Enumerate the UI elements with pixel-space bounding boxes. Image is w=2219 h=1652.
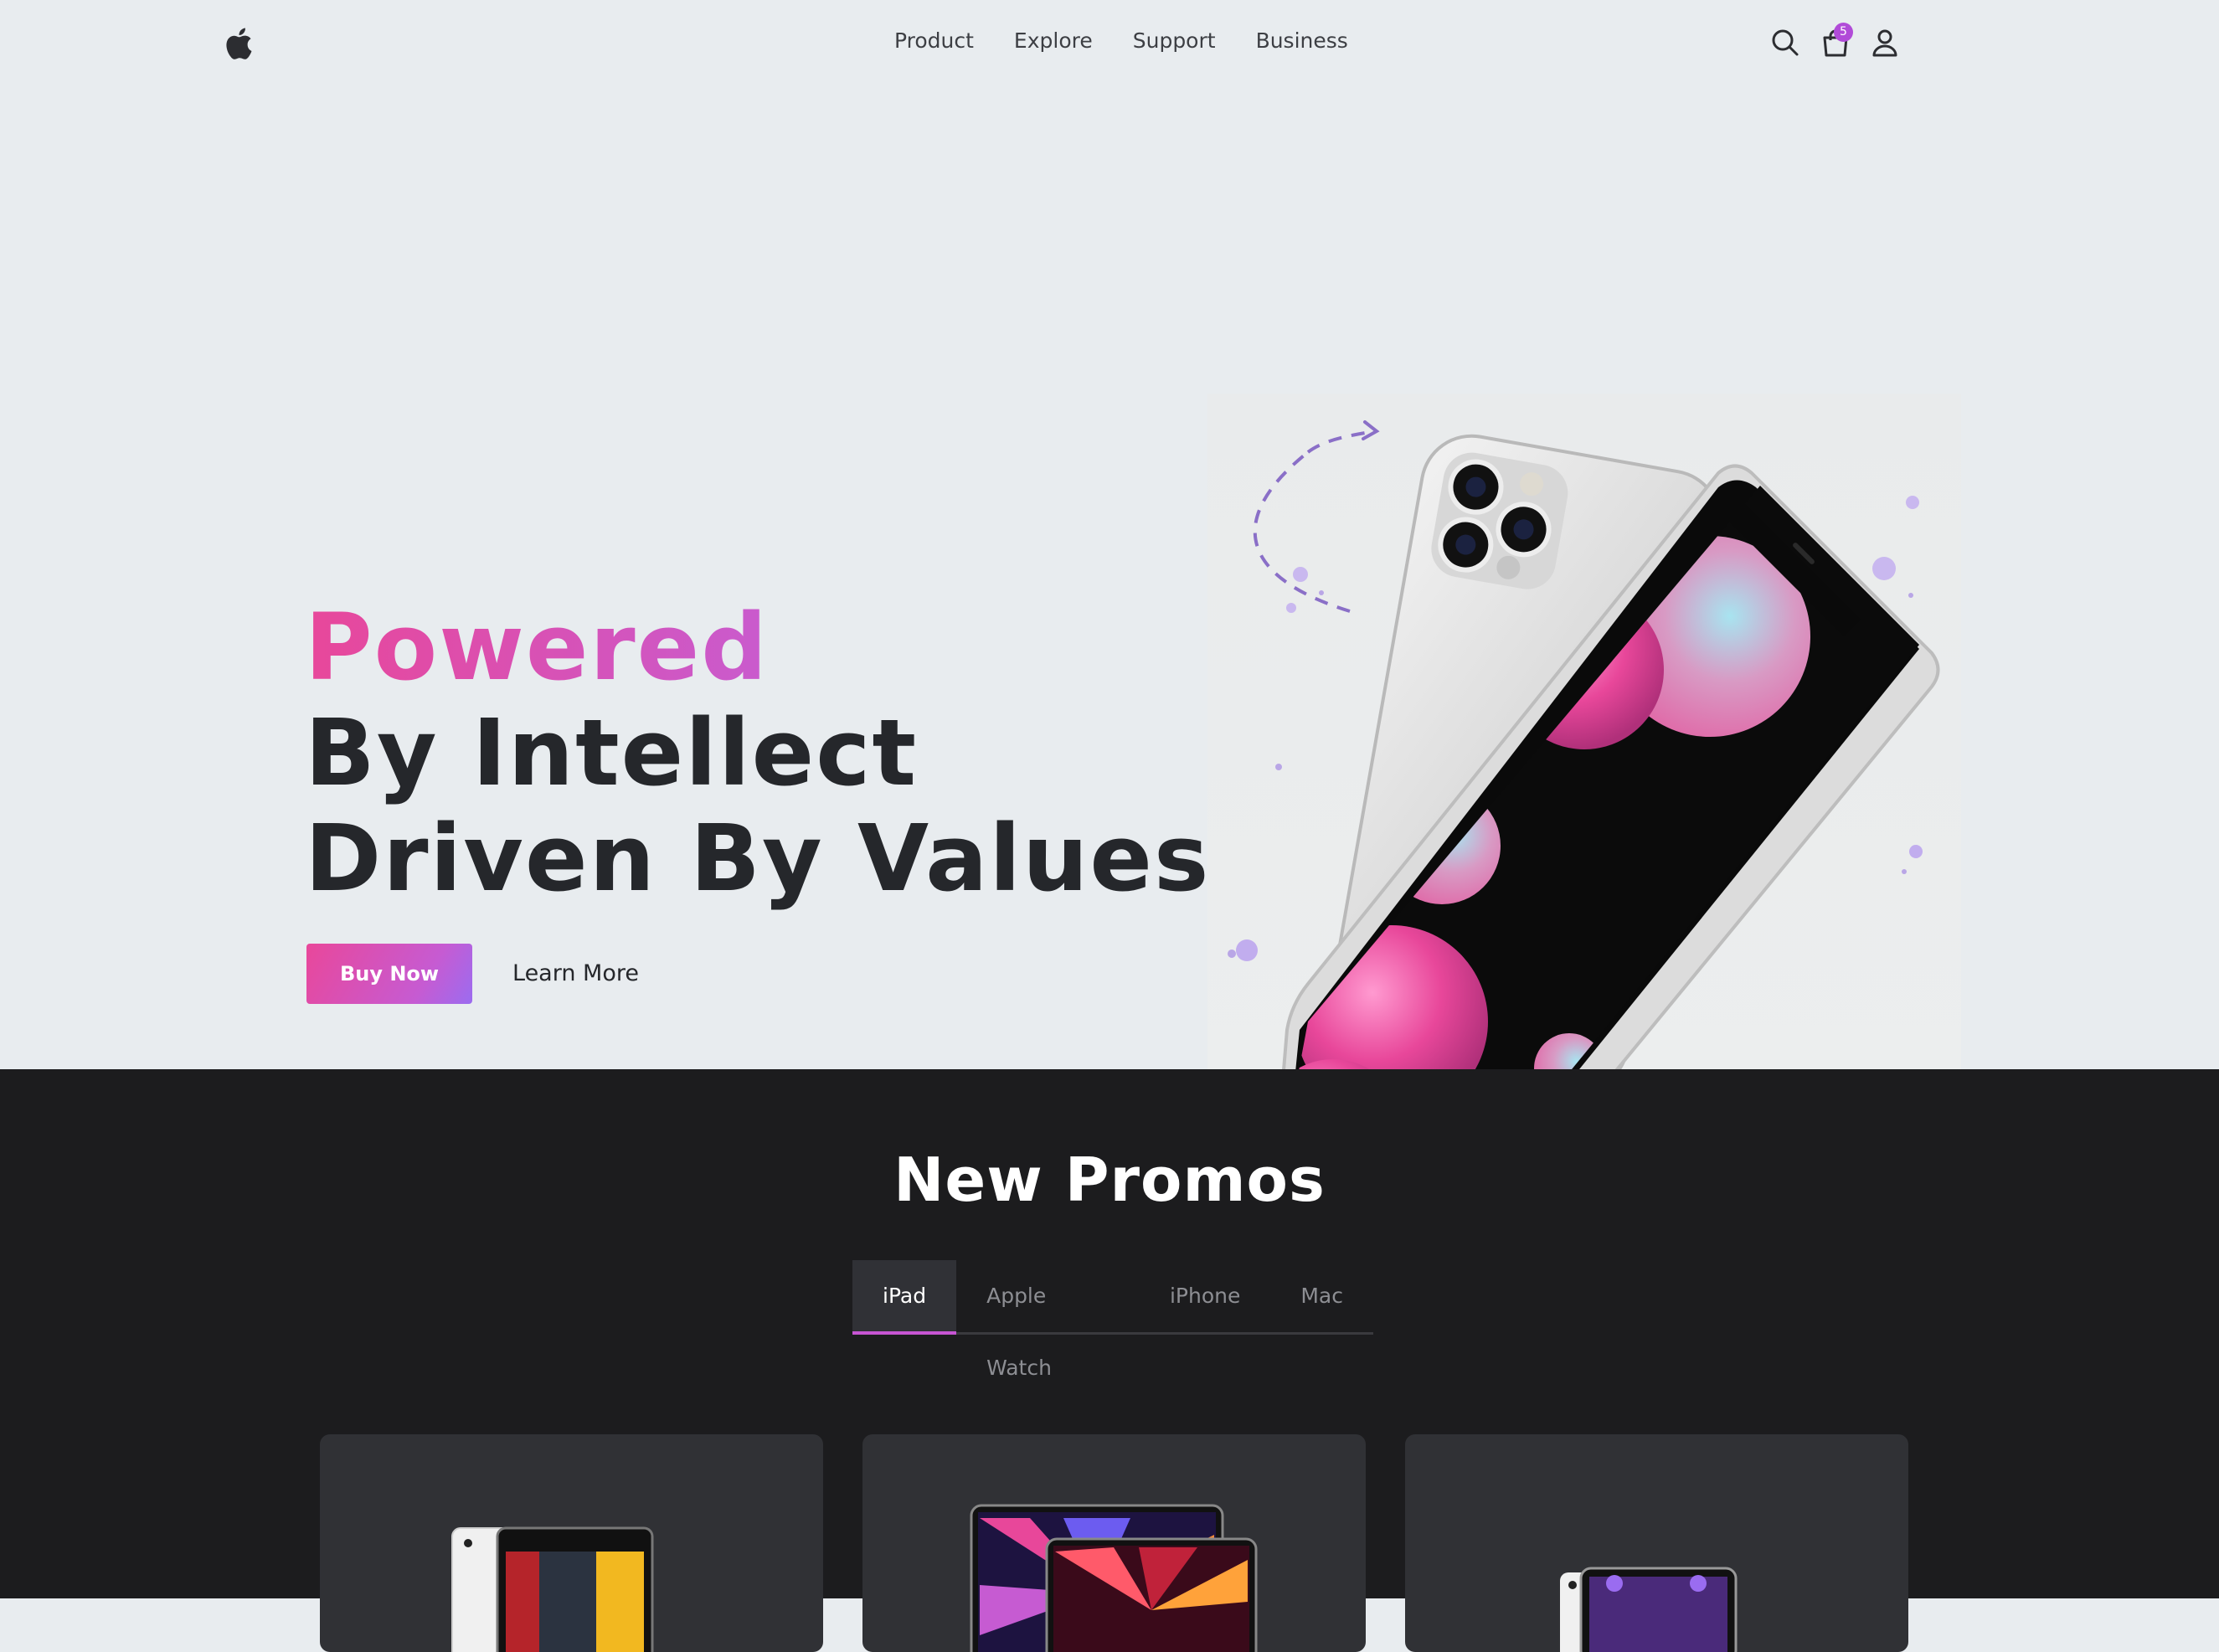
apple-logo-icon[interactable] bbox=[223, 27, 253, 60]
ipad-pro-product-image bbox=[970, 1504, 1258, 1652]
hero-headline-line2: By Intellect bbox=[305, 699, 919, 806]
ipad-mini-product-image bbox=[1560, 1567, 1738, 1652]
user-icon[interactable] bbox=[1869, 27, 1901, 59]
hero-section: Powered By Intellect Driven By Values Bu… bbox=[0, 87, 2219, 1156]
nav-support[interactable]: Support bbox=[1133, 28, 1216, 53]
promo-tabs: iPad Apple Watch iPhone Mac bbox=[852, 1260, 1373, 1380]
search-icon[interactable] bbox=[1769, 27, 1801, 59]
tab-iphone[interactable]: iPhone bbox=[1140, 1260, 1270, 1332]
nav-product[interactable]: Product bbox=[894, 28, 974, 53]
ipad-product-image bbox=[451, 1526, 654, 1652]
hero-headline-line1: Powered bbox=[305, 594, 770, 701]
nav-explore[interactable]: Explore bbox=[1014, 28, 1093, 53]
tab-apple-watch[interactable]: Apple Watch bbox=[956, 1260, 1140, 1380]
main-nav: Product Explore Support Business bbox=[894, 28, 1348, 53]
learn-more-link[interactable]: Learn More bbox=[512, 944, 639, 1004]
promos-section: New Promos iPad Apple Watch iPhone Mac bbox=[0, 1069, 2219, 1652]
promo-card[interactable] bbox=[1405, 1434, 1908, 1652]
tab-ipad[interactable]: iPad bbox=[852, 1260, 957, 1335]
cart-count-badge: 5 bbox=[1834, 23, 1853, 42]
nav-business[interactable]: Business bbox=[1256, 28, 1348, 53]
tab-mac[interactable]: Mac bbox=[1270, 1260, 1373, 1332]
hero-phone-image bbox=[1207, 394, 1961, 1156]
promo-card[interactable] bbox=[862, 1434, 1366, 1652]
promo-card[interactable] bbox=[320, 1434, 823, 1652]
site-header: Product Explore Support Business 5 bbox=[0, 0, 2219, 87]
buy-now-button[interactable]: Buy Now bbox=[306, 944, 472, 1004]
promos-title: New Promos bbox=[893, 1145, 1326, 1215]
hero-headline-line3: Driven By Values bbox=[305, 805, 1211, 912]
